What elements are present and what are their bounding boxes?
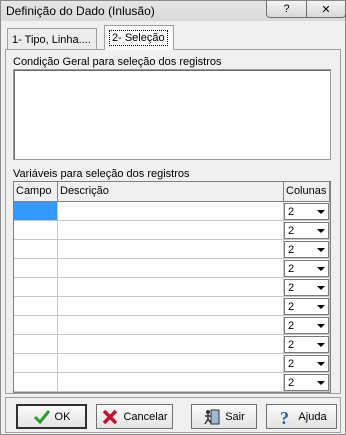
colunas-dropdown[interactable]: 2 <box>284 279 329 296</box>
help-title-button[interactable]: ? <box>266 1 307 18</box>
help-label: Ajuda <box>298 410 327 423</box>
campo-cell[interactable] <box>14 335 58 354</box>
question-icon: ? <box>283 3 290 15</box>
campo-cell[interactable] <box>14 316 58 335</box>
table-row[interactable]: 2 <box>14 202 330 221</box>
column-header-campo[interactable]: Campo <box>14 182 58 202</box>
variables-grid[interactable]: Campo Descrição Colunas 2 2 2 2 2 2 2 2 2 2 <box>13 181 331 393</box>
window-title: Definição do Dado (Inlusão) <box>6 4 155 18</box>
question-mark-icon: ? <box>280 408 289 426</box>
exit-door-icon <box>204 409 220 424</box>
campo-cell[interactable] <box>14 354 58 373</box>
dialog-window: Definição do Dado (Inlusão) ? ✕ 1- Tipo,… <box>0 0 346 435</box>
close-button[interactable]: ✕ <box>306 1 346 18</box>
cancel-button[interactable]: Cancelar <box>96 404 173 429</box>
colunas-dropdown[interactable]: 2 <box>284 374 329 391</box>
tab-selecao[interactable]: 2- Seleção <box>104 25 174 50</box>
colunas-value: 2 <box>288 225 295 237</box>
chevron-down-icon[interactable] <box>313 280 328 295</box>
descricao-cell[interactable] <box>58 278 284 297</box>
condition-label: Condição Geral para seleção dos registro… <box>13 56 222 68</box>
colunas-dropdown[interactable]: 2 <box>284 241 329 258</box>
descricao-cell[interactable] <box>58 354 284 373</box>
tab-label: 1- Tipo, Linha.... <box>12 33 91 46</box>
chevron-down-icon[interactable] <box>313 223 328 238</box>
column-header-colunas[interactable]: Colunas <box>284 182 330 202</box>
help-button[interactable]: ? Ajuda <box>266 404 337 429</box>
descricao-cell[interactable] <box>58 297 284 316</box>
tab-tipo-linha[interactable]: 1- Tipo, Linha.... <box>7 28 97 50</box>
chevron-down-icon[interactable] <box>313 204 328 219</box>
descricao-cell[interactable] <box>58 240 284 259</box>
table-row[interactable]: 2 <box>14 240 330 259</box>
descricao-cell[interactable] <box>58 335 284 354</box>
campo-cell[interactable] <box>14 278 58 297</box>
colunas-value: 2 <box>288 358 295 370</box>
chevron-down-icon[interactable] <box>313 337 328 352</box>
ok-label: OK <box>54 410 71 423</box>
colunas-dropdown[interactable]: 2 <box>284 336 329 353</box>
colunas-value: 2 <box>288 320 295 332</box>
colunas-value: 2 <box>288 301 295 313</box>
chevron-down-icon[interactable] <box>313 375 328 390</box>
chevron-down-icon[interactable] <box>313 261 328 276</box>
colunas-dropdown[interactable]: 2 <box>284 203 329 220</box>
descricao-cell[interactable] <box>58 259 284 278</box>
descricao-cell[interactable] <box>58 221 284 240</box>
chevron-down-icon[interactable] <box>313 356 328 371</box>
table-row[interactable]: 2 <box>14 278 330 297</box>
campo-cell[interactable] <box>14 221 58 240</box>
colunas-dropdown[interactable]: 2 <box>284 317 329 334</box>
cancel-label: Cancelar <box>123 410 168 423</box>
table-row[interactable]: 2 <box>14 335 330 354</box>
table-row[interactable]: 2 <box>14 316 330 335</box>
condition-textarea[interactable] <box>13 69 331 160</box>
column-header-descricao[interactable]: Descrição <box>58 182 284 202</box>
table-row[interactable]: 2 <box>14 354 330 373</box>
colunas-dropdown[interactable]: 2 <box>284 260 329 277</box>
colunas-value: 2 <box>288 282 295 294</box>
chevron-down-icon[interactable] <box>313 242 328 257</box>
colunas-dropdown[interactable]: 2 <box>284 355 329 372</box>
colunas-value: 2 <box>288 339 295 351</box>
campo-cell[interactable] <box>14 297 58 316</box>
descricao-cell[interactable] <box>58 316 284 335</box>
svg-text:?: ? <box>280 408 289 426</box>
campo-cell[interactable] <box>14 240 58 259</box>
x-icon <box>103 409 118 424</box>
campo-cell[interactable] <box>14 259 58 278</box>
table-row[interactable]: 2 <box>14 221 330 240</box>
campo-cell[interactable] <box>14 202 58 221</box>
table-row[interactable]: 2 <box>14 259 330 278</box>
chevron-down-icon[interactable] <box>313 299 328 314</box>
checkmark-icon <box>33 409 50 424</box>
colunas-value: 2 <box>288 377 295 389</box>
descricao-cell[interactable] <box>58 202 284 221</box>
colunas-value: 2 <box>288 206 295 218</box>
tab-label: 2- Seleção <box>109 30 168 46</box>
colunas-dropdown[interactable]: 2 <box>284 298 329 315</box>
close-icon: ✕ <box>321 3 331 16</box>
exit-label: Sair <box>225 410 245 423</box>
title-bar[interactable]: Definição do Dado (Inlusão) ? ✕ <box>1 1 346 21</box>
table-row[interactable]: 2 <box>14 297 330 316</box>
colunas-value: 2 <box>288 244 295 256</box>
colunas-value: 2 <box>288 263 295 275</box>
descricao-cell[interactable] <box>58 373 284 392</box>
exit-button[interactable]: Sair <box>191 404 257 429</box>
campo-cell[interactable] <box>14 373 58 392</box>
variables-label: Variáveis para seleção dos registros <box>13 168 190 180</box>
ok-button[interactable]: OK <box>16 404 87 429</box>
colunas-dropdown[interactable]: 2 <box>284 222 329 239</box>
table-row[interactable]: 2 <box>14 373 330 392</box>
chevron-down-icon[interactable] <box>313 318 328 333</box>
